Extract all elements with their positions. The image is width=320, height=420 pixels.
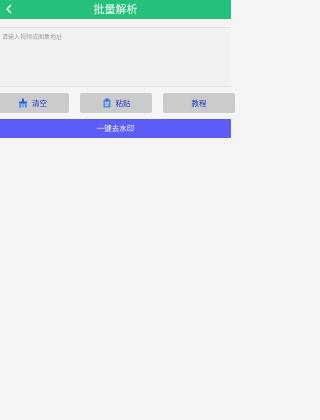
url-input[interactable] (0, 28, 231, 86)
remove-watermark-button[interactable]: 一键去水印 (0, 119, 231, 138)
paste-button-label: 粘贴 (115, 98, 131, 108)
tutorial-button[interactable]: 教程 (163, 93, 235, 113)
paste-button[interactable]: 粘贴 (80, 93, 152, 113)
broom-icon (18, 98, 28, 108)
remove-watermark-label: 一键去水印 (96, 124, 135, 133)
top-bar: 批量解析 (0, 0, 231, 19)
url-input-container (0, 27, 231, 87)
page-title: 批量解析 (93, 3, 138, 16)
clear-button-label: 清空 (32, 98, 47, 108)
clipboard-icon (102, 98, 112, 108)
clear-button[interactable]: 清空 (0, 93, 69, 113)
tutorial-button-label: 教程 (191, 98, 207, 108)
